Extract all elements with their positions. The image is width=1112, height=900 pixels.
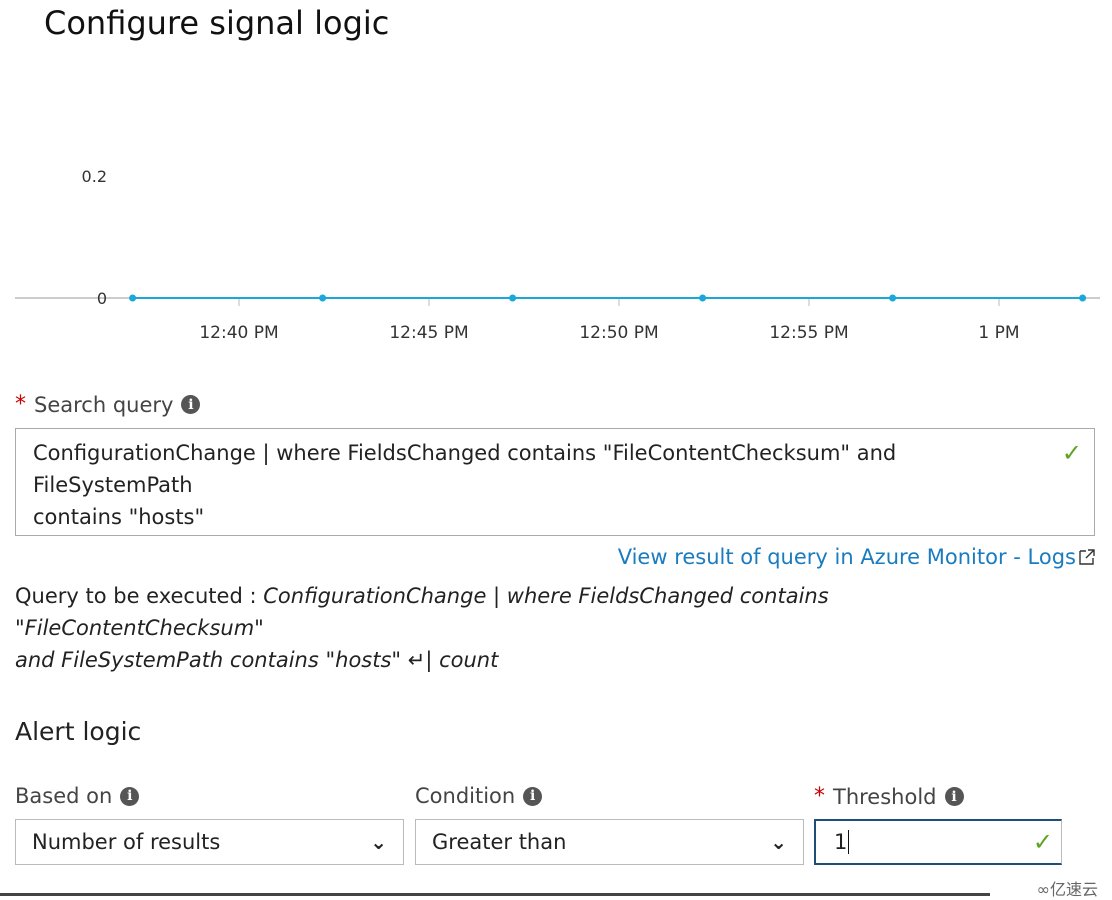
check-icon: ✓ <box>1061 439 1082 467</box>
watermark-logo: ∞亿速云 <box>1036 880 1098 899</box>
threshold-label: * Threshold i <box>814 784 964 809</box>
condition-label: Condition i <box>415 784 543 808</box>
alert-logic-heading: Alert logic <box>15 717 142 746</box>
divider <box>0 893 990 896</box>
based-on-select[interactable]: Number of results ⌄ <box>15 819 404 865</box>
query-line-1: ConfigurationChange | where FieldsChange… <box>33 441 897 497</box>
based-on-label: Based on i <box>15 784 140 808</box>
condition-value: Greater than <box>432 830 567 854</box>
external-link-icon <box>1079 549 1095 565</box>
search-query-label-text: Search query <box>34 392 174 417</box>
chevron-down-icon: ⌄ <box>370 830 387 854</box>
search-query-input[interactable]: ConfigurationChange | where FieldsChange… <box>15 428 1095 536</box>
query-line-2: contains "hosts" <box>33 505 205 529</box>
chart: 0.2 0 12:40 PM 12:45 PM 12:50 PM 12:55 PM 1 PM <box>15 167 1100 343</box>
x-tick-label: 12:45 PM <box>389 323 468 343</box>
search-query-label: * Search query i <box>15 392 201 417</box>
exec-query-line-2: and FileSystemPath contains "hosts" ↵| c… <box>15 648 499 672</box>
required-asterisk: * <box>814 784 825 809</box>
threshold-value: 1 <box>834 830 850 854</box>
view-logs-link-text: View result of query in Azure Monitor - … <box>617 545 1076 569</box>
check-icon: ✓ <box>1032 828 1053 856</box>
data-point <box>889 294 897 302</box>
query-to-execute: Query to be executed : ConfigurationChan… <box>15 580 1075 676</box>
info-icon[interactable]: i <box>944 787 964 806</box>
view-logs-link[interactable]: View result of query in Azure Monitor - … <box>618 545 1096 569</box>
condition-label-text: Condition <box>415 784 516 808</box>
y-tick-label: 0.2 <box>82 167 107 186</box>
required-asterisk: * <box>15 392 26 417</box>
info-icon[interactable]: i <box>120 786 140 806</box>
condition-select[interactable]: Greater than ⌄ <box>415 819 804 865</box>
data-point <box>1079 294 1087 302</box>
x-tick-label: 12:40 PM <box>199 323 278 343</box>
y-tick-label: 0 <box>97 289 107 308</box>
info-icon[interactable]: i <box>181 395 201 414</box>
chevron-down-icon: ⌄ <box>770 830 787 854</box>
data-point <box>319 294 327 302</box>
threshold-label-text: Threshold <box>833 784 937 809</box>
based-on-label-text: Based on <box>15 784 113 808</box>
data-point <box>509 294 517 302</box>
data-point <box>129 294 137 302</box>
info-icon[interactable]: i <box>523 786 543 806</box>
based-on-value: Number of results <box>32 830 221 854</box>
data-point <box>699 294 707 302</box>
page-title: Configure signal logic <box>44 4 390 42</box>
exec-prefix: Query to be executed : <box>15 584 264 608</box>
x-tick-label: 1 PM <box>978 323 1019 343</box>
x-tick-label: 12:55 PM <box>769 323 848 343</box>
x-tick-label: 12:50 PM <box>579 323 658 343</box>
threshold-input[interactable]: 1 ✓ <box>814 819 1062 865</box>
